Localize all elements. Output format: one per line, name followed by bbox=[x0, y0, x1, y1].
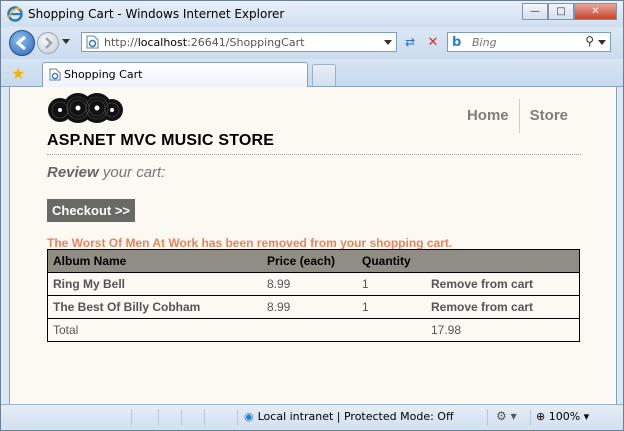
globe-icon: ◉ bbox=[244, 410, 254, 423]
cart-header-row: Album Name Price (each) Quantity bbox=[47, 249, 580, 273]
checkout-button[interactable]: Checkout >> bbox=[47, 199, 136, 222]
search-dropdown-icon[interactable] bbox=[598, 40, 606, 45]
review-heading-bold: Review bbox=[47, 164, 99, 181]
status-bar: ◉ Local intranet | Protected Mode: Off ⚙ … bbox=[1, 404, 623, 430]
price-cell: 8.99 bbox=[262, 295, 357, 319]
total-label: Total bbox=[47, 318, 262, 342]
forward-arrow-icon bbox=[45, 37, 53, 49]
status-divider bbox=[131, 409, 132, 426]
address-field[interactable]: http://localhost:26641/ShoppingCart bbox=[81, 32, 397, 52]
review-heading: Review your cart: bbox=[47, 164, 165, 181]
empty-cell bbox=[357, 318, 426, 342]
table-row: The Best Of Billy Cobham 8.99 1 Remove f… bbox=[47, 295, 580, 319]
album-link[interactable]: The Best Of Billy Cobham bbox=[47, 295, 262, 319]
empty-cell bbox=[262, 318, 357, 342]
nav-store-link[interactable]: Store bbox=[520, 97, 578, 135]
cart-table: Album Name Price (each) Quantity Ring My… bbox=[47, 249, 580, 342]
total-row: Total 17.98 bbox=[47, 318, 580, 342]
history-dropdown-icon[interactable] bbox=[62, 39, 70, 44]
price-cell: 8.99 bbox=[262, 272, 357, 296]
zoom-level: 100% bbox=[548, 410, 581, 423]
forward-button[interactable] bbox=[37, 32, 59, 54]
status-divider bbox=[530, 409, 531, 426]
url-host: localhost bbox=[137, 36, 188, 49]
header-divider bbox=[47, 154, 581, 155]
price-header: Price (each) bbox=[262, 249, 357, 273]
page-icon bbox=[86, 35, 99, 49]
address-dropdown-icon[interactable] bbox=[384, 40, 392, 45]
status-divider bbox=[181, 409, 182, 426]
favorites-star-icon[interactable]: ★ bbox=[11, 64, 25, 83]
status-divider bbox=[204, 409, 205, 426]
security-zone-status[interactable]: ◉ Local intranet | Protected Mode: Off bbox=[244, 410, 454, 423]
tab-bar: ★ Shopping Cart bbox=[1, 59, 623, 87]
search-box[interactable]: b ⚲ bbox=[447, 32, 611, 52]
site-title: ASP.NET MVC MUSIC STORE bbox=[47, 132, 275, 149]
status-divider bbox=[487, 409, 488, 426]
remove-from-cart-link[interactable]: Remove from cart bbox=[426, 295, 580, 319]
main-nav: Home Store bbox=[457, 97, 578, 135]
nav-home-link[interactable]: Home bbox=[457, 97, 519, 135]
status-divider bbox=[158, 409, 159, 426]
removal-message: The Worst Of Men At Work has been remove… bbox=[47, 236, 453, 250]
new-tab-button[interactable] bbox=[312, 64, 336, 86]
quantity-cell: 1 bbox=[357, 272, 426, 296]
ie-logo-icon bbox=[7, 6, 23, 22]
table-row: Ring My Bell 8.99 1 Remove from cart bbox=[47, 272, 580, 296]
remove-from-cart-link[interactable]: Remove from cart bbox=[426, 272, 580, 296]
total-value: 17.98 bbox=[426, 318, 580, 342]
url-path: :26641/ShoppingCart bbox=[187, 36, 305, 49]
page-content: ASP.NET MVC MUSIC STORE Home Store Revie… bbox=[9, 87, 617, 404]
stop-icon[interactable]: ✕ bbox=[423, 33, 443, 52]
window-controls: — □ ✕ bbox=[522, 3, 617, 21]
tab-shopping-cart[interactable]: Shopping Cart bbox=[42, 62, 308, 87]
address-toolbar: http://localhost:26641/ShoppingCart ⇄ ✕ … bbox=[1, 27, 623, 59]
close-button[interactable]: ✕ bbox=[574, 3, 617, 20]
search-icon[interactable]: ⚲ bbox=[585, 34, 594, 48]
zoom-control[interactable]: ⊕ 100% ▾ bbox=[536, 410, 589, 423]
window-title: Shopping Cart - Windows Internet Explore… bbox=[28, 7, 285, 21]
refresh-icon[interactable]: ⇄ bbox=[400, 33, 420, 52]
search-input[interactable] bbox=[470, 34, 584, 51]
album-link[interactable]: Ring My Bell bbox=[47, 272, 262, 296]
title-bar: Shopping Cart - Windows Internet Explore… bbox=[1, 1, 623, 27]
back-button[interactable] bbox=[9, 30, 35, 56]
bing-icon: b bbox=[452, 35, 462, 50]
minimize-button[interactable]: — bbox=[522, 3, 548, 20]
zone-text: Local intranet | Protected Mode: Off bbox=[257, 410, 454, 423]
page-icon bbox=[49, 68, 61, 81]
maximize-button[interactable]: □ bbox=[548, 3, 574, 20]
action-header bbox=[426, 249, 580, 273]
quantity-cell: 1 bbox=[357, 295, 426, 319]
album-name-header: Album Name bbox=[47, 249, 262, 273]
url-scheme: http:// bbox=[104, 36, 138, 49]
tools-icon[interactable]: ⚙ ▾ bbox=[496, 409, 517, 423]
back-arrow-icon bbox=[15, 35, 26, 51]
url-text: http://localhost:26641/ShoppingCart bbox=[104, 36, 304, 49]
quantity-header: Quantity bbox=[357, 249, 426, 273]
status-divider bbox=[237, 409, 238, 426]
vinyl-records-logo[interactable] bbox=[47, 91, 123, 129]
tab-label: Shopping Cart bbox=[64, 68, 143, 81]
review-heading-rest: your cart: bbox=[98, 164, 166, 181]
browser-window: Shopping Cart - Windows Internet Explore… bbox=[0, 0, 624, 431]
